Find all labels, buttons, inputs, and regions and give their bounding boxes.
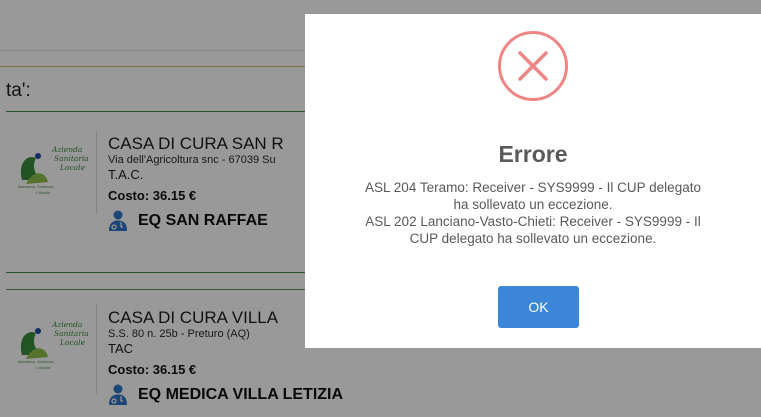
dialog-title: Errore [498,141,568,167]
error-dialog: Errore ASL 204 Teramo: Receiver - SYS999… [305,14,761,348]
ok-button[interactable]: OK [498,286,579,328]
message-line: CUP delegato ha sollevato un eccezione. [409,231,657,246]
page: ta': Azienda Sanitaria Locale Avezzano, … [0,0,761,417]
message-line: ASL 202 Lanciano-Vasto-Chieti: Receiver … [365,214,701,229]
error-x-circle-icon [498,31,568,101]
message-line: ASL 204 Teramo: Receiver - SYS9999 - Il … [365,180,701,195]
dialog-message: ASL 204 Teramo: Receiver - SYS9999 - Il … [319,179,747,247]
message-line: ha sollevato un eccezione. [453,197,613,212]
